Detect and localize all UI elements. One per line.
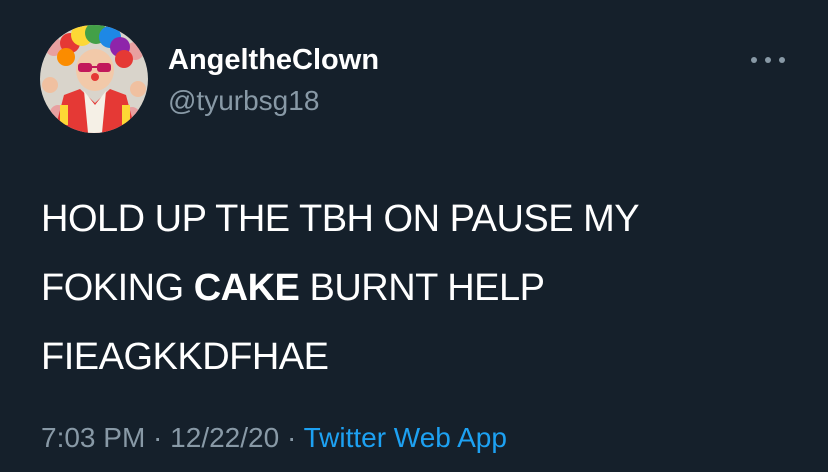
tweet-text-segment: FOKING xyxy=(41,267,194,309)
more-dot xyxy=(779,57,785,63)
tweet-text-bold: CAKE xyxy=(193,267,300,309)
tweet-text: HOLD UP THE TBH ON PAUSE MY FOKING CAKE … xyxy=(41,185,801,392)
tweet-text-segment: BURNT HELP xyxy=(299,267,545,309)
tweet-line: HOLD UP THE TBH ON PAUSE MY xyxy=(41,198,640,240)
clown-avatar-icon xyxy=(40,25,148,133)
tweet-date[interactable]: 12/22/20 xyxy=(170,422,279,453)
tweet-card: AngeltheClown @tyurbsg18 HOLD UP THE TBH… xyxy=(0,0,828,472)
meta-separator: · xyxy=(279,422,304,453)
meta-separator: · xyxy=(145,422,171,453)
more-dot xyxy=(751,57,757,63)
user-handle[interactable]: @tyurbsg18 xyxy=(168,84,319,118)
tweet-source-link[interactable]: Twitter Web App xyxy=(304,422,507,453)
more-dot xyxy=(765,57,771,63)
tweet-meta: 7:03 PM · 12/22/20 · Twitter Web App xyxy=(41,420,507,456)
display-name[interactable]: AngeltheClown xyxy=(168,42,379,78)
avatar[interactable] xyxy=(40,25,148,133)
tweet-line: FOKING CAKE BURNT HELP xyxy=(41,254,801,323)
tweet-time[interactable]: 7:03 PM xyxy=(41,422,145,453)
more-options-button[interactable] xyxy=(748,48,788,72)
tweet-line: FIEAGKKDFHAE xyxy=(41,336,329,378)
